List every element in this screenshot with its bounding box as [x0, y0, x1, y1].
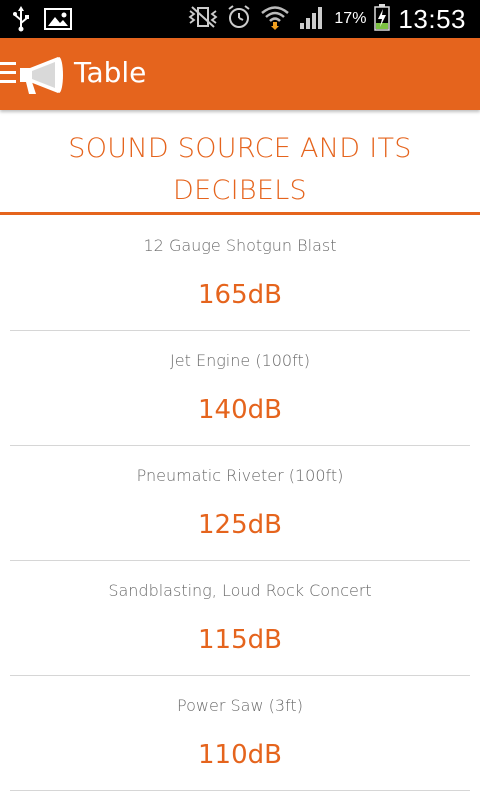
- app-bar: Table: [0, 38, 480, 110]
- decibel-value: 110dB: [198, 740, 282, 770]
- battery-charging-icon: [374, 3, 391, 35]
- alarm-icon: [226, 4, 252, 34]
- decibel-list: 12 Gauge Shotgun Blast 165dB Jet Engine …: [0, 216, 480, 791]
- image-icon: [44, 7, 72, 35]
- vibrate-icon: [188, 5, 218, 33]
- status-bar: 17% 13:53: [0, 0, 480, 38]
- megaphone-icon[interactable]: [18, 54, 68, 96]
- list-item: Pneumatic Riveter (100ft) 125dB: [0, 446, 480, 561]
- battery-percent: 17%: [334, 10, 367, 27]
- decibel-value: 140dB: [198, 395, 282, 425]
- list-item: 12 Gauge Shotgun Blast 165dB: [0, 216, 480, 331]
- row-divider: [10, 790, 470, 791]
- list-item: Jet Engine (100ft) 140dB: [0, 331, 480, 446]
- wifi-icon: [260, 4, 290, 34]
- heading-divider: [0, 212, 480, 215]
- table-heading: SOUND SOURCE AND ITS DECIBELS: [68, 133, 412, 206]
- sound-source: Pneumatic Riveter (100ft): [136, 466, 344, 485]
- usb-icon: [12, 6, 30, 36]
- sound-source: Jet Engine (100ft): [170, 351, 310, 370]
- list-item: Power Saw (3ft) 110dB: [0, 676, 480, 791]
- list-item: Sandblasting, Loud Rock Concert 115dB: [0, 561, 480, 676]
- decibel-value: 115dB: [198, 625, 282, 655]
- sound-source: Power Saw (3ft): [177, 696, 303, 715]
- decibel-value: 125dB: [198, 510, 282, 540]
- sound-source: 12 Gauge Shotgun Blast: [143, 236, 337, 255]
- decibel-value: 165dB: [198, 280, 282, 310]
- hamburger-menu-icon[interactable]: [0, 62, 16, 84]
- sound-source: Sandblasting, Loud Rock Concert: [108, 581, 372, 600]
- app-title: Table: [74, 56, 147, 89]
- status-time: 13:53: [398, 3, 466, 34]
- signal-icon: [298, 4, 326, 34]
